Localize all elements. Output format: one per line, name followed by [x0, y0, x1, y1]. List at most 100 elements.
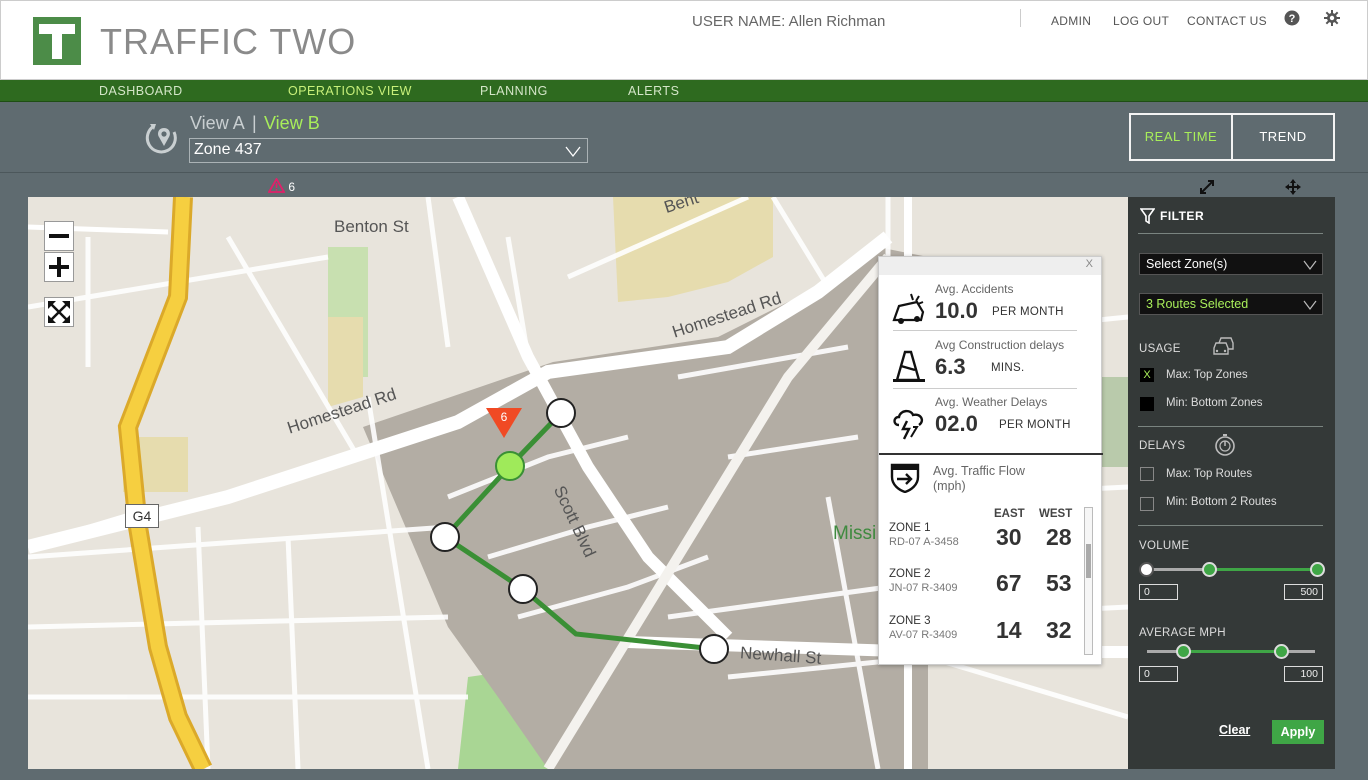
volume-max-input[interactable]: 500 — [1284, 584, 1323, 600]
flow-label: Avg. Traffic Flow (mph) — [933, 464, 1025, 494]
view-a-tab[interactable]: View A — [190, 113, 245, 134]
nav-alerts[interactable]: ALERTS — [628, 84, 679, 98]
logo[interactable] — [33, 17, 81, 65]
funnel-icon — [1140, 208, 1155, 224]
contact-link[interactable]: CONTACT US — [1187, 14, 1267, 28]
map-alert-pin[interactable]: 6 — [486, 408, 522, 440]
cone-icon — [893, 350, 925, 382]
zone-east-mph: 67 — [996, 570, 1022, 596]
plus-icon — [49, 257, 69, 277]
zone-row[interactable]: ZONE 1 RD-07 A-3458 30 28 — [889, 520, 1079, 564]
stopwatch-icon — [1215, 434, 1235, 456]
usage-label: USAGE — [1139, 343, 1181, 355]
move-icon[interactable] — [1285, 179, 1301, 195]
storm-cloud-icon — [893, 409, 924, 440]
zone-select[interactable]: Zone 437 — [189, 138, 588, 163]
mph-max-input[interactable]: 100 — [1284, 666, 1323, 682]
view-separator: | — [252, 113, 257, 133]
fit-arrows-icon — [48, 301, 70, 323]
clear-button[interactable]: Clear — [1219, 723, 1250, 737]
nav-planning[interactable]: PLANNING — [480, 84, 548, 98]
zone-west-mph: 32 — [1046, 617, 1072, 643]
zone-east-mph: 14 — [996, 617, 1022, 643]
divider — [893, 330, 1077, 331]
divider — [893, 388, 1077, 389]
svg-text:?: ? — [1289, 13, 1296, 25]
zone-west-mph: 53 — [1046, 570, 1072, 596]
popup-scrollbar[interactable] — [1084, 507, 1093, 655]
divider — [1138, 426, 1323, 427]
flow-label-line1: Avg. Traffic Flow — [933, 464, 1025, 478]
popup-close-button[interactable]: X — [1086, 258, 1093, 270]
volume-slider[interactable] — [1139, 562, 1325, 578]
flow-divider — [879, 453, 1103, 455]
mph-min-input[interactable]: 0 — [1139, 666, 1178, 682]
zone-multiselect-value: Select Zone(s) — [1146, 257, 1228, 271]
help-icon[interactable]: ? — [1284, 10, 1300, 26]
usage-min-checkbox[interactable] — [1140, 397, 1154, 411]
delays-label: DELAYS — [1139, 440, 1186, 452]
volume-knob-max[interactable] — [1310, 562, 1325, 577]
zone-west-mph: 28 — [1046, 524, 1072, 550]
real-time-button[interactable]: REAL TIME — [1129, 113, 1233, 161]
cars-icon — [1213, 337, 1234, 355]
app-title: TRAFFIC TWO — [100, 21, 357, 62]
app-header: TRAFFIC TWO USER NAME: Allen Richman ADM… — [0, 0, 1368, 80]
stat-label: Avg. Weather Delays — [935, 395, 1048, 409]
zone-row[interactable]: ZONE 2 JN-07 R-3409 67 53 — [889, 566, 1079, 610]
avg-mph-label: AVERAGE MPH — [1139, 627, 1226, 639]
minus-icon — [49, 234, 69, 238]
stat-value: 6.3 — [935, 354, 966, 379]
routes-multiselect[interactable]: 3 Routes Selected — [1139, 293, 1323, 315]
gear-icon[interactable] — [1324, 10, 1340, 26]
usage-max-checkbox[interactable]: X — [1140, 368, 1154, 382]
mph-knob-min[interactable] — [1176, 644, 1191, 659]
volume-knob-mid[interactable] — [1202, 562, 1217, 577]
zone-east-mph: 30 — [996, 524, 1022, 550]
col-west-header: WEST — [1039, 508, 1073, 520]
popup-titlebar — [879, 257, 1101, 275]
volume-min-input[interactable]: 0 — [1139, 584, 1178, 600]
stat-value: 10.0 — [935, 298, 978, 323]
filter-panel: FILTER Select Zone(s) 3 Routes Selected … — [1128, 197, 1335, 769]
volume-label: VOLUME — [1139, 540, 1190, 552]
admin-link[interactable]: ADMIN — [1051, 14, 1091, 28]
zoom-out-button[interactable] — [44, 221, 74, 251]
scrollbar-thumb[interactable] — [1086, 544, 1091, 578]
zone-multiselect[interactable]: Select Zone(s) — [1139, 253, 1323, 275]
alert-indicator[interactable]: 6 — [267, 177, 296, 194]
stat-label: Avg. Accidents — [935, 282, 1014, 296]
logout-link[interactable]: LOG OUT — [1113, 14, 1169, 28]
view-b-tab[interactable]: View B — [264, 113, 320, 134]
usage-max-label: Max: Top Zones — [1166, 369, 1248, 381]
user-name: USER NAME: Allen Richman — [692, 13, 886, 30]
alert-count: 6 — [288, 180, 296, 194]
zoom-in-button[interactable] — [44, 252, 74, 282]
zone-code: JN-07 R-3409 — [889, 582, 958, 594]
right-gutter — [1335, 197, 1368, 769]
expand-icon[interactable] — [1199, 179, 1215, 195]
volume-knob-min[interactable] — [1139, 562, 1154, 577]
apply-button[interactable]: Apply — [1272, 720, 1324, 744]
zone-row[interactable]: ZONE 3 AV-07 R-3409 14 32 — [889, 613, 1079, 657]
highway-shield-icon — [890, 463, 920, 493]
zone-select-value: Zone 437 — [194, 141, 262, 158]
mph-knob-max[interactable] — [1274, 644, 1289, 659]
flow-label-line2: (mph) — [933, 479, 966, 493]
fit-bounds-button[interactable] — [44, 297, 74, 327]
nav-operations-view[interactable]: OPERATIONS VIEW — [288, 84, 412, 98]
warning-icon — [267, 177, 286, 193]
trend-button[interactable]: TREND — [1231, 113, 1335, 161]
street-benton: Benton St — [334, 217, 409, 236]
stat-value: 02.0 — [935, 411, 978, 436]
divider — [1138, 233, 1323, 234]
delays-max-checkbox[interactable] — [1140, 467, 1154, 481]
nav-dashboard[interactable]: DASHBOARD — [99, 84, 183, 98]
main-nav: DASHBOARD OPERATIONS VIEW PLANNING ALERT… — [0, 80, 1368, 102]
zone-stats-popup: X Avg. Accidents 10.0 PER MONTH Avg Cons… — [878, 256, 1103, 665]
delays-min-checkbox[interactable] — [1140, 497, 1154, 511]
stat-unit: PER MONTH — [992, 306, 1064, 318]
col-east-header: EAST — [994, 508, 1025, 520]
location-refresh-icon[interactable] — [144, 120, 180, 156]
avg-mph-slider[interactable] — [1139, 644, 1323, 660]
